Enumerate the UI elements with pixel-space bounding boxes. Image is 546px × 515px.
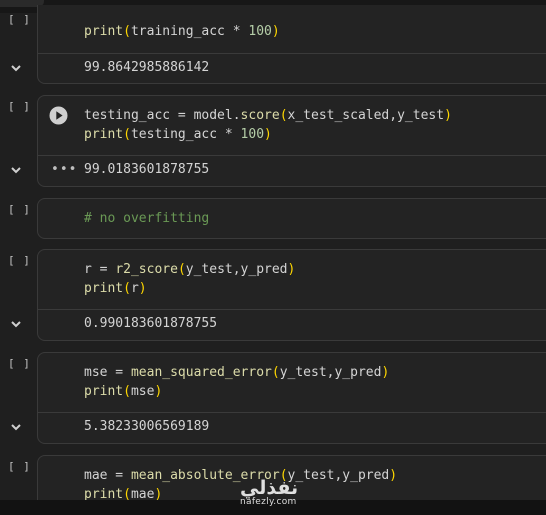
watermark-url: nafezly.com bbox=[240, 497, 297, 507]
code-line[interactable]: testing_acc = model.score(x_test_scaled,… bbox=[84, 106, 452, 144]
chevron-down-icon[interactable] bbox=[10, 62, 22, 74]
cell-execution-count: [ ] bbox=[8, 357, 31, 370]
play-circle-icon[interactable] bbox=[49, 106, 68, 125]
cell-execution-count: [ ] bbox=[8, 203, 31, 216]
chevron-down-icon[interactable] bbox=[10, 421, 22, 433]
cell-execution-count: [ ] bbox=[8, 254, 31, 267]
code-comment[interactable]: # no overfitting bbox=[84, 209, 209, 228]
chevron-down-icon[interactable] bbox=[10, 164, 22, 176]
cell-execution-count: [ ] bbox=[8, 100, 31, 113]
code-line[interactable]: print(training_acc * 100) bbox=[84, 22, 280, 41]
cell-output: 5.38233006569189 bbox=[84, 419, 210, 434]
cell-output: 99.8642985886142 bbox=[84, 60, 210, 75]
code-line[interactable]: r = r2_score(y_test,y_pred) print(r) bbox=[84, 260, 295, 298]
code-line[interactable]: mse = mean_squared_error(y_test,y_pred) … bbox=[84, 363, 389, 401]
cell-execution-count: [ ] bbox=[8, 13, 31, 26]
more-horizontal-icon[interactable]: ••• bbox=[51, 162, 77, 177]
watermark: نفذلي nafezly.com bbox=[240, 477, 298, 507]
watermark-logo: نفذلي bbox=[240, 477, 299, 499]
cell-output: 99.0183601878755 bbox=[84, 162, 210, 177]
cell-output: 0.990183601878755 bbox=[84, 316, 218, 331]
chevron-down-icon[interactable] bbox=[10, 318, 22, 330]
